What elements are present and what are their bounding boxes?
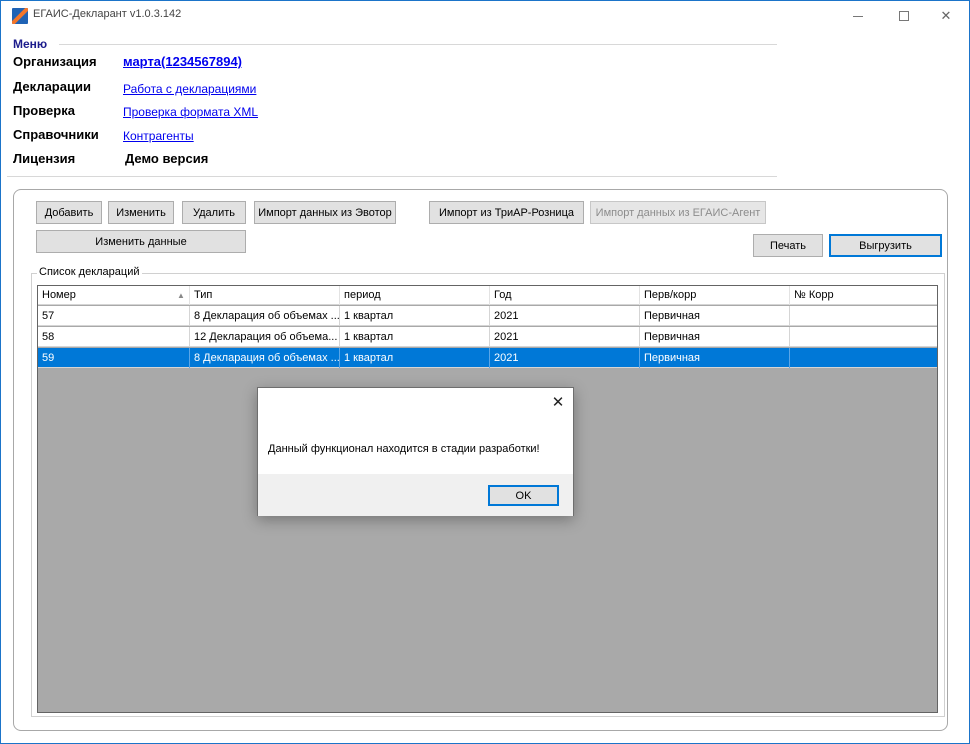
declarations-list-caption: Список деклараций [37,266,142,278]
close-icon: ✕ [551,394,565,411]
license-label: Лицензия [13,151,76,166]
import-triar-button[interactable]: Импорт из ТриАР-Розница [429,201,584,224]
cell-type: 8 Декларация об объемах ... [190,306,340,326]
table-row-selected[interactable]: 59 8 Декларация об объемах ... 1 квартал… [38,348,937,368]
cell-year: 2021 [490,327,640,347]
cell-type: 8 Декларация об объемах ... [190,348,340,368]
column-header-type[interactable]: Тип [190,286,340,305]
column-header-number[interactable]: Номер [38,286,190,305]
check-label: Проверка [13,103,75,118]
declarations-link[interactable]: Работа с декларациями [123,82,256,96]
cell-number: 59 [38,348,190,368]
column-header-year[interactable]: Год [490,286,640,305]
app-logo-icon [12,8,28,24]
cell-corr-no [790,306,937,326]
organization-label: Организация [13,54,97,69]
cell-kind: Первичная [640,306,790,326]
export-button[interactable]: Выгрузить [829,234,942,257]
table-header: Номер ▲ Тип период Год Перв/корр № Корр [38,286,937,305]
references-label: Справочники [13,127,99,142]
sort-ascending-icon: ▲ [177,291,185,300]
menu-title: Меню [13,37,48,51]
table-row[interactable]: 58 12 Декларация об объема... 1 квартал … [38,327,937,347]
maximize-button[interactable] [881,1,927,31]
title-bar[interactable]: ЕГАИС-Декларант v1.0.3.142 ✕ [1,1,969,31]
dialog-close-button[interactable]: ✕ [548,393,568,413]
import-egais-agent-button: Импорт данных из ЕГАИС-Агент [590,201,766,224]
ok-button[interactable]: OK [488,485,559,506]
cell-corr-no [790,327,937,347]
cell-kind: Первичная [640,327,790,347]
add-button[interactable]: Добавить [36,201,102,224]
contractors-link[interactable]: Контрагенты [123,129,194,143]
declarations-label: Декларации [13,79,91,94]
cell-number: 58 [38,327,190,347]
dialog-message: Данный функционал находится в стадии раз… [268,443,540,455]
message-dialog: ✕ Данный функционал находится в стадии р… [257,387,574,516]
maximize-icon [899,11,909,21]
table-row[interactable]: 57 8 Декларация об объемах ... 1 квартал… [38,306,937,326]
organization-link[interactable]: марта(1234567894) [123,54,242,69]
cell-type: 12 Декларация об объема... [190,327,340,347]
cell-period: 1 квартал [340,327,490,347]
close-icon: ✕ [940,8,952,23]
import-evotor-button[interactable]: Импорт данных из Эвотор [254,201,396,224]
cell-corr-no [790,348,937,368]
cell-year: 2021 [490,306,640,326]
column-header-corr-no[interactable]: № Корр [790,286,937,305]
cell-period: 1 квартал [340,306,490,326]
minimize-button[interactable] [835,1,881,31]
main-window: ЕГАИС-Декларант v1.0.3.142 ✕ Меню Органи… [0,0,970,744]
column-header-period[interactable]: период [340,286,490,305]
minimize-icon [853,15,863,17]
print-button[interactable]: Печать [753,234,823,257]
cell-period: 1 квартал [340,348,490,368]
close-window-button[interactable]: ✕ [923,1,969,31]
license-value: Демо версия [125,151,209,166]
menu-panel: Меню Организация марта(1234567894) Декла… [7,37,777,177]
cell-kind: Первичная [640,348,790,368]
window-title: ЕГАИС-Декларант v1.0.3.142 [33,8,182,20]
check-xml-link[interactable]: Проверка формата XML [123,105,258,119]
change-data-button[interactable]: Изменить данные [36,230,246,253]
edit-button[interactable]: Изменить [108,201,174,224]
delete-button[interactable]: Удалить [182,201,246,224]
cell-number: 57 [38,306,190,326]
column-header-kind[interactable]: Перв/корр [640,286,790,305]
cell-year: 2021 [490,348,640,368]
